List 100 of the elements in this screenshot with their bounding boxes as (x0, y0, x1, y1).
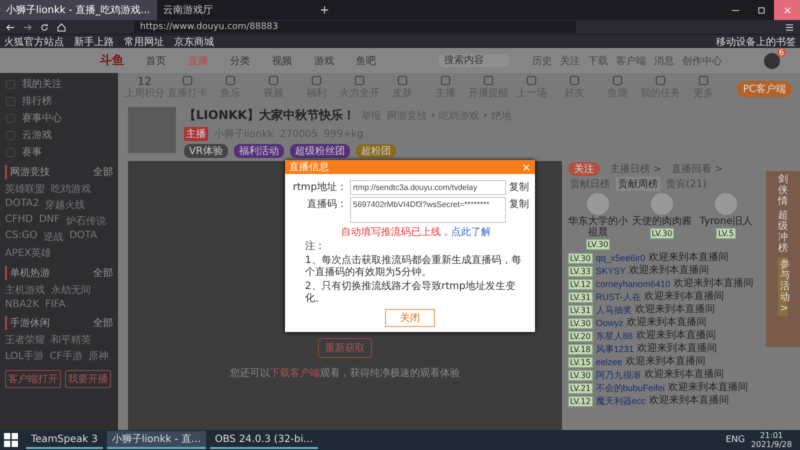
reload-icon[interactable] (40, 22, 49, 32)
browser-tab[interactable]: 云南游戏厅 (157, 0, 314, 20)
game-link[interactable]: NBA2K (5, 299, 40, 310)
chat-user[interactable]: qq_x5ee6ir0 (596, 252, 646, 264)
nav-link[interactable]: 分类 (230, 54, 250, 68)
copy-link[interactable]: 复制 (509, 180, 529, 194)
chat-user[interactable]: RUST-人在 (596, 291, 641, 303)
avatar-circle[interactable] (764, 52, 780, 68)
rank-tab[interactable]: 贡献周榜 (616, 177, 660, 191)
sidebar-button[interactable]: 我要开播 (65, 370, 111, 388)
bookmark-link[interactable]: 移动设备上的书签 (716, 34, 796, 48)
game-link[interactable]: CS:GO (5, 230, 38, 244)
nav-action[interactable]: 历史 (532, 54, 552, 68)
windows-logo-icon[interactable] (4, 433, 18, 447)
chat-user[interactable]: 不会的bubuFeifei (596, 382, 665, 394)
forward-icon[interactable] (23, 22, 32, 32)
chat-user[interactable]: 人马抽奖 (596, 304, 632, 316)
sidebar-item[interactable]: 我的关注 (5, 77, 113, 91)
more-link[interactable]: 全部 (93, 266, 113, 280)
badge-pill[interactable]: 福利活动 (234, 144, 284, 158)
rtmp-field[interactable]: rtmp://sendtc3a.douyu.com/tvdelay (350, 180, 506, 195)
nav-link[interactable]: 游戏 (314, 54, 334, 68)
follow-button[interactable]: 关注 (568, 162, 600, 176)
close-button[interactable]: × (522, 160, 531, 174)
sidebar-item[interactable]: 赛事中心 (5, 111, 113, 125)
sidebar-button[interactable]: 客户端打开 (5, 370, 61, 388)
badge-pill[interactable]: 超粉团 (356, 144, 396, 158)
chat-user[interactable]: Oowyz (596, 317, 624, 329)
language-indicator[interactable]: ENG (726, 435, 745, 445)
badge-pill[interactable]: 超级粉丝团 (290, 144, 350, 158)
menu-icon[interactable] (785, 22, 794, 32)
game-link[interactable]: 主机游戏 (5, 283, 45, 297)
game-link[interactable]: LOL手游 (5, 349, 44, 363)
ad-banner[interactable]: 剑侠情 超级冲榜 参与活动 > (766, 171, 800, 347)
game-link[interactable]: 炉石传说 (66, 214, 106, 228)
clock-date[interactable]: 2021/9/28 (750, 440, 792, 449)
retry-button[interactable]: 重新获取 (318, 338, 372, 358)
game-link[interactable]: DOTA2 (5, 198, 40, 212)
chat-user[interactable]: corneyhanom6410 (596, 278, 670, 290)
back-icon[interactable] (6, 22, 15, 32)
game-link[interactable]: 逆战 (43, 230, 64, 244)
game-link[interactable]: APEX英雄 (5, 246, 52, 260)
sidebar-item[interactable]: 赛事 (5, 145, 113, 159)
chat-message: 欢迎来到本直播间 (648, 395, 729, 407)
chat-user[interactable]: 东星人88 (596, 330, 633, 342)
chat-user[interactable]: 魔天利器ecc (596, 395, 646, 407)
bookmark-link[interactable]: 火狐官方站点 (4, 34, 64, 48)
ad-button[interactable]: 参与活动 > (778, 257, 788, 316)
chat-user[interactable]: SKYSY (596, 265, 626, 277)
site-logo[interactable]: 斗鱼 (100, 52, 124, 69)
nav-link[interactable]: 首页 (146, 54, 166, 68)
chat-message: 欢迎来到本直播间 (636, 343, 717, 355)
game-link[interactable]: 英雄联盟 (5, 182, 45, 196)
nav-action[interactable]: 创作中心 (682, 54, 722, 68)
fan-name: 华东大学的小祖晨 (568, 216, 628, 238)
taskbar-app[interactable]: TeamSpeak 3 (26, 431, 103, 449)
download-link[interactable]: 下载客户端 (270, 368, 320, 379)
taskbar-app[interactable]: 小狮子lionkk - 直... (106, 431, 206, 449)
search-field[interactable]: 搜索内容 (438, 54, 510, 67)
game-link[interactable]: 王者荣耀 (5, 333, 45, 347)
clock-time[interactable]: 21:01 (760, 431, 784, 440)
game-link[interactable]: DOTA (69, 230, 98, 244)
game-link[interactable]: 永劫无间 (51, 283, 91, 297)
nav-action[interactable]: 下载 (588, 54, 608, 68)
taskbar-app[interactable]: OBS 24.0.3 (32-bi... (210, 431, 318, 449)
nav-action[interactable]: 消息 (654, 54, 674, 68)
bookmark-link[interactable]: 常用网址 (124, 34, 164, 48)
badge-pill[interactable]: VR体验 (184, 144, 228, 158)
game-link[interactable]: FIFA (45, 299, 66, 310)
copy-link[interactable]: 复制 (509, 197, 529, 211)
pc-client-button[interactable]: PC客户端 (736, 81, 792, 97)
chat-user[interactable]: 风事1231 (596, 343, 634, 355)
address-field[interactable]: https://www.douyu.com/88883 (134, 21, 576, 33)
sidebar-item[interactable]: 排行榜 (5, 94, 113, 108)
browser-tab[interactable]: 小狮子lionkk - 直播_吃鸡游戏... (0, 0, 157, 20)
bookmark-link[interactable]: 新手上路 (74, 34, 114, 48)
sidebar-item[interactable]: 云游戏 (5, 128, 113, 142)
game-link[interactable]: 和平精英 (51, 333, 91, 347)
game-link[interactable]: 原神 (88, 349, 108, 363)
game-link[interactable]: 吃鸡游戏 (51, 182, 91, 196)
more-link[interactable]: 全部 (93, 165, 113, 179)
level-badge: LV.5 (716, 228, 736, 239)
nav-link[interactable]: 视频 (272, 54, 292, 68)
chat-user[interactable]: eelzee (596, 356, 622, 368)
game-link[interactable]: DNF (38, 214, 60, 228)
game-link[interactable]: CFHD (5, 214, 33, 228)
chat-user[interactable]: 阿乃九很渐 (596, 369, 641, 381)
home-icon[interactable] (57, 22, 66, 32)
stream-key-field[interactable]: 5697402rMbVI4Df3?wsSecret=******** (350, 197, 506, 223)
chat-message: 欢迎来到本直播间 (626, 317, 706, 329)
level-badge: LV.30 (568, 252, 593, 264)
game-link[interactable]: CF手游 (50, 349, 82, 363)
game-link[interactable]: 穿越火线 (45, 198, 86, 212)
nav-link[interactable]: 鱼吧 (356, 54, 376, 68)
bookmark-link[interactable]: 京东商城 (174, 34, 214, 48)
nav-action[interactable]: 关注 (560, 54, 580, 68)
nav-action[interactable]: 客户端 (616, 54, 646, 68)
learn-more-link[interactable]: 点此了解 (451, 227, 491, 238)
close-button[interactable]: 关闭 (385, 309, 435, 327)
more-link[interactable]: 全部 (93, 316, 113, 330)
